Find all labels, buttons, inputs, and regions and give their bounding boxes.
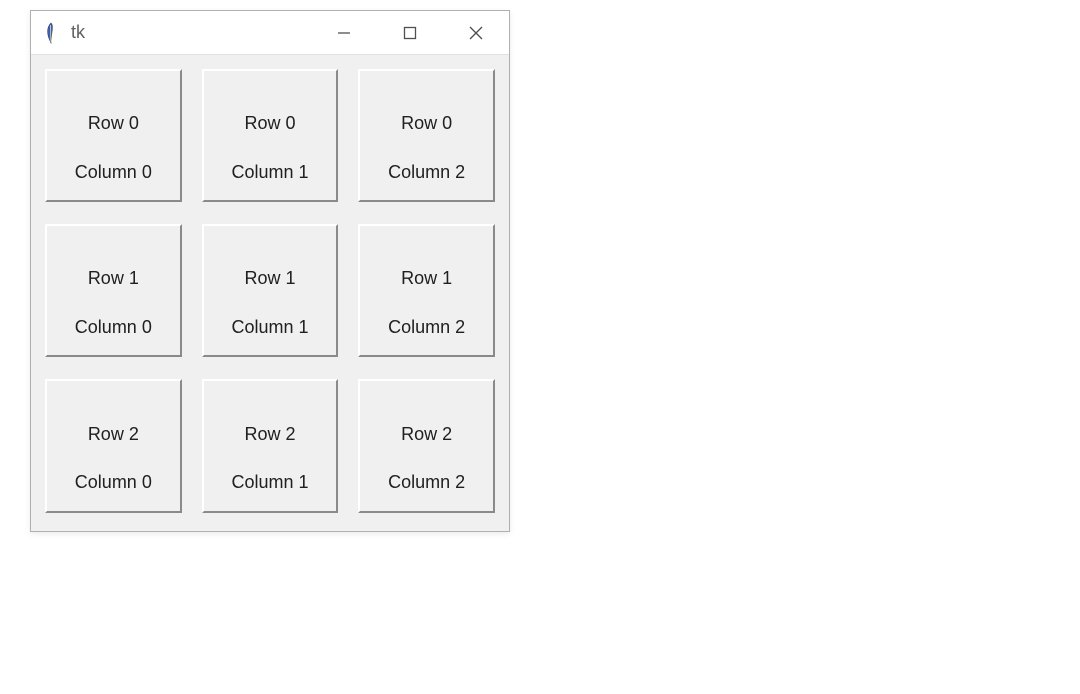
- close-icon: [468, 25, 484, 41]
- titlebar: tk: [31, 11, 509, 55]
- grid-button-line1: Row 0: [244, 113, 295, 133]
- grid-button-line2: Column 2: [388, 162, 465, 182]
- grid-button-r2-c0[interactable]: Row 2 Column 0: [45, 379, 182, 512]
- grid-button-r0-c1[interactable]: Row 0 Column 1: [202, 69, 339, 202]
- grid-button-r0-c0[interactable]: Row 0 Column 0: [45, 69, 182, 202]
- grid-button-line1: Row 1: [244, 268, 295, 288]
- grid-button-r1-c1[interactable]: Row 1 Column 1: [202, 224, 339, 357]
- grid-button-line2: Column 1: [231, 162, 308, 182]
- grid-button-line2: Column 1: [231, 472, 308, 492]
- feather-icon: [41, 21, 61, 45]
- grid-button-line1: Row 2: [244, 424, 295, 444]
- grid-button-line1: Row 2: [401, 424, 452, 444]
- grid-button-line2: Column 2: [388, 317, 465, 337]
- grid-button-r2-c2[interactable]: Row 2 Column 2: [358, 379, 495, 512]
- close-button[interactable]: [443, 11, 509, 54]
- grid-button-line1: Row 2: [88, 424, 139, 444]
- grid-button-line1: Row 0: [401, 113, 452, 133]
- grid-button-line2: Column 1: [231, 317, 308, 337]
- grid-button-line2: Column 0: [75, 472, 152, 492]
- maximize-icon: [402, 25, 418, 41]
- maximize-button[interactable]: [377, 11, 443, 54]
- minimize-button[interactable]: [311, 11, 377, 54]
- grid-button-line1: Row 1: [88, 268, 139, 288]
- button-grid: Row 0 Column 0 Row 0 Column 1 Row 0 Colu…: [31, 55, 509, 531]
- grid-button-r2-c1[interactable]: Row 2 Column 1: [202, 379, 339, 512]
- minimize-icon: [336, 25, 352, 41]
- grid-button-line2: Column 0: [75, 317, 152, 337]
- grid-button-line2: Column 2: [388, 472, 465, 492]
- grid-button-r0-c2[interactable]: Row 0 Column 2: [358, 69, 495, 202]
- app-window: tk Row 0 Column 0 Row 0 Column 1 Row 0 C…: [30, 10, 510, 532]
- grid-button-line1: Row 1: [401, 268, 452, 288]
- grid-button-line2: Column 0: [75, 162, 152, 182]
- grid-button-line1: Row 0: [88, 113, 139, 133]
- grid-button-r1-c0[interactable]: Row 1 Column 0: [45, 224, 182, 357]
- grid-button-r1-c2[interactable]: Row 1 Column 2: [358, 224, 495, 357]
- window-title: tk: [71, 22, 311, 43]
- window-controls: [311, 11, 509, 54]
